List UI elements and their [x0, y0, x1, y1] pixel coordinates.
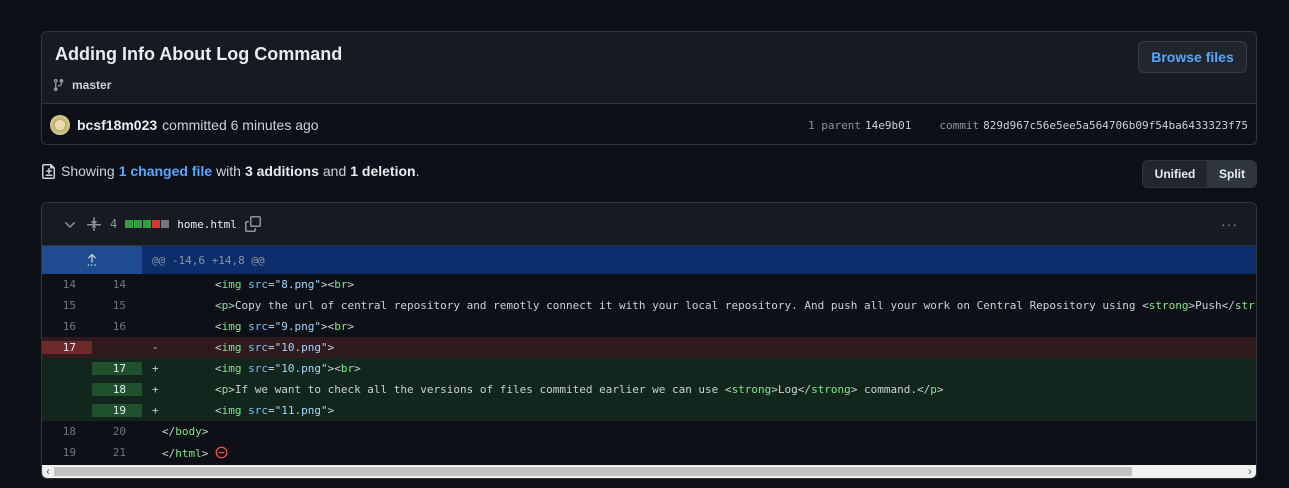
- change-count: 4: [110, 217, 118, 231]
- hunk-header: @@ -14,6 +14,8 @@: [42, 246, 1256, 274]
- code-line: <img src="11.png">: [162, 404, 335, 417]
- new-line-number[interactable]: 14: [92, 278, 142, 291]
- summary-with: with: [216, 163, 241, 179]
- commit-label: commit: [939, 118, 980, 132]
- diff-line: 15 15 <p>Copy the url of central reposito…: [42, 295, 1256, 316]
- summary-period: .: [415, 163, 420, 179]
- browse-files-button[interactable]: Browse files: [1138, 41, 1247, 73]
- diff-line: 16 16 <img src="9.png"><br>: [42, 316, 1256, 337]
- parent-sha-link[interactable]: 14e9b01: [865, 119, 911, 132]
- old-line-number[interactable]: 15: [42, 299, 92, 312]
- code-line: <img src="10.png">: [162, 341, 335, 354]
- diffstat-blocks: [125, 220, 170, 228]
- code-line: </html>: [162, 446, 1256, 460]
- new-line-number[interactable]: 19: [92, 404, 142, 417]
- commit-title: Adding Info About Log Command: [55, 44, 343, 64]
- old-line-number[interactable]: 19: [42, 446, 92, 459]
- new-line-number[interactable]: 16: [92, 320, 142, 333]
- diff-marker: +: [152, 404, 159, 417]
- more-options-icon[interactable]: ···: [1221, 216, 1238, 232]
- diff-marker: +: [152, 362, 159, 375]
- git-branch-icon: [53, 78, 64, 92]
- summary-and: and: [322, 163, 347, 179]
- chevron-down-icon[interactable]: [62, 216, 78, 232]
- diff-line: 18 20 </body>: [42, 421, 1256, 442]
- old-line-number[interactable]: 16: [42, 320, 92, 333]
- old-line-number[interactable]: 18: [42, 425, 92, 438]
- code-line: <img src="8.png"><br>: [162, 278, 355, 291]
- scroll-right-icon[interactable]: ›: [1244, 465, 1256, 478]
- expand-all-icon[interactable]: [86, 216, 102, 232]
- diff-line: 17 + <img src="10.png"><br>: [42, 358, 1256, 379]
- diff-line: 17 - <img src="10.png">: [42, 337, 1256, 358]
- split-button[interactable]: Split: [1207, 161, 1256, 187]
- code-line: <img src="10.png"><br>: [162, 362, 361, 375]
- commit-header: Adding Info About Log Command Browse fil…: [41, 31, 1257, 145]
- diff-line: 19 21 </html>: [42, 442, 1256, 463]
- sha-info: 1 parent 14e9b01 commit 829d967c56e5ee5a…: [808, 119, 1248, 132]
- new-line-number[interactable]: 21: [92, 446, 142, 459]
- diff-marker: -: [152, 341, 159, 354]
- new-line-number[interactable]: 20: [92, 425, 142, 438]
- new-line-number[interactable]: 15: [92, 299, 142, 312]
- code-line: <p>Copy the url of central repository an…: [162, 299, 1255, 312]
- code-line: <p>If we want to check all the versions …: [162, 383, 944, 396]
- file-diff: 4 home.html ··· @@ -14,6 +14,8 @@ 14 14 <…: [41, 202, 1257, 479]
- file-name[interactable]: home.html: [177, 218, 237, 231]
- commit-sha: 829d967c56e5ee5a564706b09f54ba6433323f75: [983, 118, 1248, 132]
- author-link[interactable]: bcsf18m023: [77, 117, 157, 133]
- code-line: </body>: [162, 425, 209, 438]
- commit-meta-bar: bcsf18m023 committed 6 minutes ago 1 par…: [42, 103, 1256, 144]
- scroll-left-icon[interactable]: ‹: [42, 465, 54, 478]
- file-diff-icon: [42, 164, 55, 179]
- unified-button[interactable]: Unified: [1143, 161, 1207, 187]
- no-newline-icon: [208, 446, 228, 460]
- deletions-count: 1 deletion: [350, 163, 416, 179]
- expand-up-icon[interactable]: [42, 246, 142, 274]
- diff-summary: Showing 1 changed file with 3 additions …: [41, 163, 419, 179]
- old-line-number[interactable]: 14: [42, 278, 92, 291]
- branch-name: master: [72, 78, 112, 92]
- diff-line: 19 + <img src="11.png">: [42, 400, 1256, 421]
- committed-time: committed 6 minutes ago: [162, 117, 319, 133]
- scroll-thumb[interactable]: [54, 467, 1132, 476]
- diff-line: 18 + <p>If we want to check all the versi…: [42, 379, 1256, 400]
- changed-files-link[interactable]: 1 changed file: [119, 163, 212, 179]
- summary-prefix: Showing: [61, 163, 115, 179]
- new-line-number[interactable]: 18: [92, 383, 142, 396]
- code-line: <img src="9.png"><br>: [162, 320, 355, 333]
- additions-count: 3 additions: [244, 163, 319, 179]
- old-line-number[interactable]: 17: [42, 341, 92, 354]
- diff-table: @@ -14,6 +14,8 @@ 14 14 <img src="8.png">…: [42, 246, 1256, 463]
- copy-icon[interactable]: [244, 216, 261, 232]
- scroll-track[interactable]: [54, 465, 1244, 478]
- new-line-number[interactable]: 17: [92, 362, 142, 375]
- hunk-range: @@ -14,6 +14,8 @@: [152, 253, 265, 267]
- diff-view-toggle: Unified Split: [1142, 160, 1257, 188]
- horizontal-scrollbar[interactable]: ‹ ›: [42, 465, 1256, 478]
- diff-line: 14 14 <img src="8.png"><br>: [42, 274, 1256, 295]
- file-header: 4 home.html ···: [42, 203, 1256, 246]
- branch-indicator[interactable]: master: [52, 78, 111, 92]
- diff-marker: +: [152, 383, 159, 396]
- parent-label: 1 parent: [808, 118, 861, 132]
- avatar[interactable]: [50, 115, 70, 135]
